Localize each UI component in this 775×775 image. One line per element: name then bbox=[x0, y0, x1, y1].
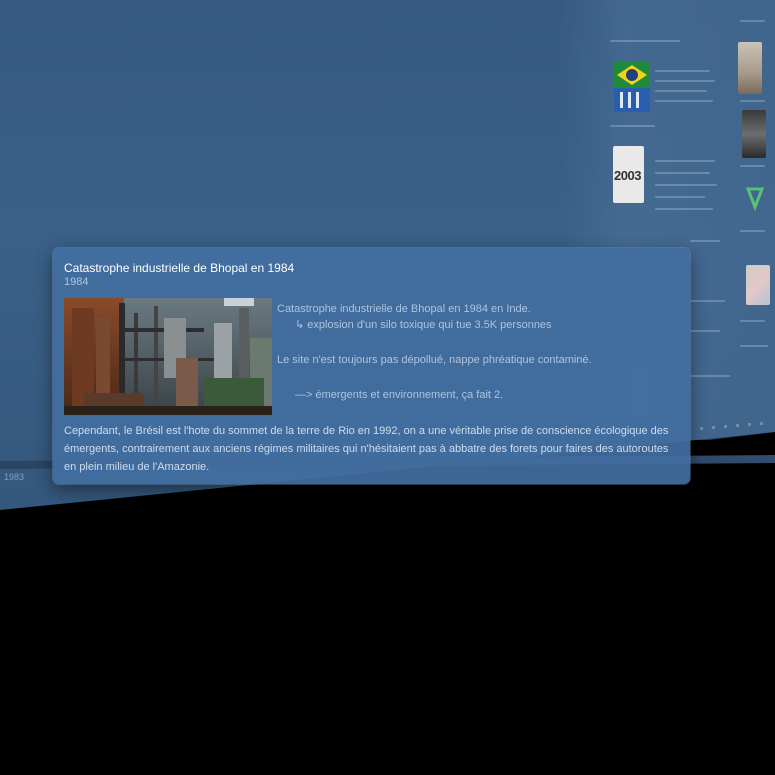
notes-line-2: ↳ explosion d'un silo toxique qui tue 3.… bbox=[277, 317, 677, 333]
photo-thumbnail-2[interactable] bbox=[742, 110, 766, 158]
event-title: Catastrophe industrielle de Bhopal en 19… bbox=[64, 261, 295, 275]
event-year: 1984 bbox=[64, 276, 89, 288]
bhopal-factory-image bbox=[64, 298, 272, 415]
event-detail-card[interactable]: Catastrophe industrielle de Bhopal en 19… bbox=[53, 248, 690, 484]
brazil-flag-thumbnail[interactable] bbox=[614, 62, 650, 112]
notes-line-3: Le site n'est toujours pas dépollué, nap… bbox=[277, 354, 592, 366]
event-photo[interactable] bbox=[64, 298, 272, 415]
year-2003-thumbnail[interactable]: 2003 bbox=[613, 146, 644, 203]
event-notes: Catastrophe industrielle de Bhopal en 19… bbox=[277, 301, 677, 403]
map-thumbnail[interactable] bbox=[746, 265, 770, 305]
photo-thumbnail-1[interactable] bbox=[738, 42, 762, 94]
sub-arrow-icon: ↳ bbox=[295, 319, 305, 331]
notes-line-1: Catastrophe industrielle de Bhopal en 19… bbox=[277, 303, 531, 315]
event-description: Cependant, le Brésil est l'hote du somme… bbox=[64, 425, 669, 473]
timeline-viewport: 2003 1983 Catastrophe industrielle de Bh… bbox=[0, 0, 775, 775]
notes-line-4: —> émergents et environnement, ça fait 2… bbox=[295, 389, 504, 401]
timeline-year-label: 1983 bbox=[4, 472, 25, 482]
recycle-logo-thumbnail[interactable] bbox=[745, 185, 765, 213]
notes-line-2-text: explosion d'un silo toxique qui tue 3.5K… bbox=[307, 319, 552, 331]
year-2003-label: 2003 bbox=[614, 168, 641, 183]
